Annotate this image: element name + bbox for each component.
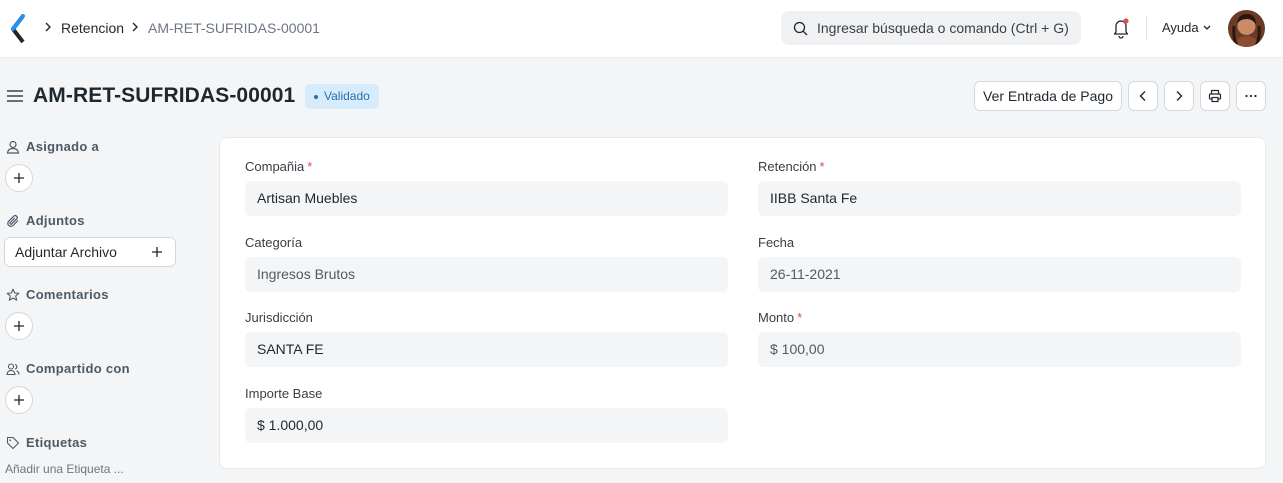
previous-document-button[interactable] <box>1128 81 1158 111</box>
chevron-right-icon <box>132 22 138 32</box>
tags-label: Etiquetas <box>26 435 88 450</box>
category-label: Categoría <box>245 235 303 250</box>
comments-label: Comentarios <box>26 287 109 302</box>
page-title: AM-RET-SUFRIDAS-00001 <box>33 84 296 107</box>
attach-file-label: Adjuntar Archivo <box>15 244 117 260</box>
more-actions-button[interactable] <box>1236 81 1266 111</box>
retention-field[interactable]: IIBB Santa Fe <box>758 181 1241 216</box>
tag-icon <box>6 436 20 450</box>
navbar: Retencion AM-RET-SUFRIDAS-00001 Ingresar… <box>0 0 1283 58</box>
paperclip-icon <box>7 215 19 227</box>
next-document-button[interactable] <box>1164 81 1194 111</box>
base-amount-field[interactable]: $ 1.000,00 <box>245 408 728 443</box>
assigned-to-label: Asignado a <box>26 139 100 154</box>
chevron-down-icon[interactable] <box>1202 24 1212 32</box>
sidebar-toggle-icon[interactable] <box>6 88 24 104</box>
attach-file-button[interactable]: Adjuntar Archivo <box>4 237 176 267</box>
breadcrumb-current-document[interactable]: AM-RET-SUFRIDAS-00001 <box>148 19 320 37</box>
printer-icon <box>1208 89 1222 103</box>
help-dropdown[interactable]: Ayuda <box>1162 19 1199 37</box>
add-comment-button[interactable] <box>5 312 33 340</box>
add-assignment-button[interactable] <box>5 164 33 192</box>
status-badge: Validado <box>305 84 379 109</box>
company-label: Compañia * <box>245 159 313 174</box>
attachments-label: Adjuntos <box>26 213 85 228</box>
amount-label: Monto * <box>758 310 803 325</box>
base-amount-label: Importe Base <box>245 386 323 401</box>
users-icon <box>6 363 20 376</box>
search-bar[interactable]: Ingresar búsqueda o comando (Ctrl + G) <box>781 11 1081 45</box>
search-input[interactable]: Ingresar búsqueda o comando (Ctrl + G) <box>817 19 1069 37</box>
company-field[interactable]: Artisan Muebles <box>245 181 728 216</box>
chevron-right-icon <box>1176 91 1183 101</box>
star-icon <box>6 288 20 301</box>
ellipsis-icon <box>1245 94 1257 98</box>
add-tag-link[interactable]: Añadir una Etiqueta ... <box>5 462 124 477</box>
category-field[interactable]: Ingresos Brutos <box>245 257 728 292</box>
plus-icon <box>14 395 24 405</box>
add-share-button[interactable] <box>5 386 33 414</box>
plus-icon <box>14 173 24 183</box>
plus-icon <box>14 321 24 331</box>
chevron-right-icon <box>45 22 51 32</box>
jurisdiction-field[interactable]: SANTA FE <box>245 332 728 367</box>
date-label: Fecha <box>758 235 795 250</box>
shared-with-label: Compartido con <box>26 361 130 376</box>
amount-field[interactable]: $ 100,00 <box>758 332 1241 367</box>
breadcrumb-retencion[interactable]: Retencion <box>61 19 124 37</box>
view-payment-entry-button[interactable]: Ver Entrada de Pago <box>974 81 1122 111</box>
user-avatar[interactable] <box>1228 10 1265 47</box>
retention-label: Retención * <box>758 159 825 174</box>
search-icon <box>793 21 808 36</box>
form-card: Compañia * Artisan Muebles Categoría Ingr… <box>219 137 1266 469</box>
navbar-divider <box>1146 16 1147 40</box>
user-icon <box>6 140 20 154</box>
date-field[interactable]: 26-11-2021 <box>758 257 1241 292</box>
plus-icon <box>152 247 162 257</box>
chevron-left-icon <box>1139 91 1146 101</box>
app-logo-icon[interactable] <box>8 14 28 44</box>
print-button[interactable] <box>1200 81 1230 111</box>
jurisdiction-label: Jurisdicción <box>245 310 313 325</box>
notification-bell-icon[interactable] <box>1111 17 1131 39</box>
